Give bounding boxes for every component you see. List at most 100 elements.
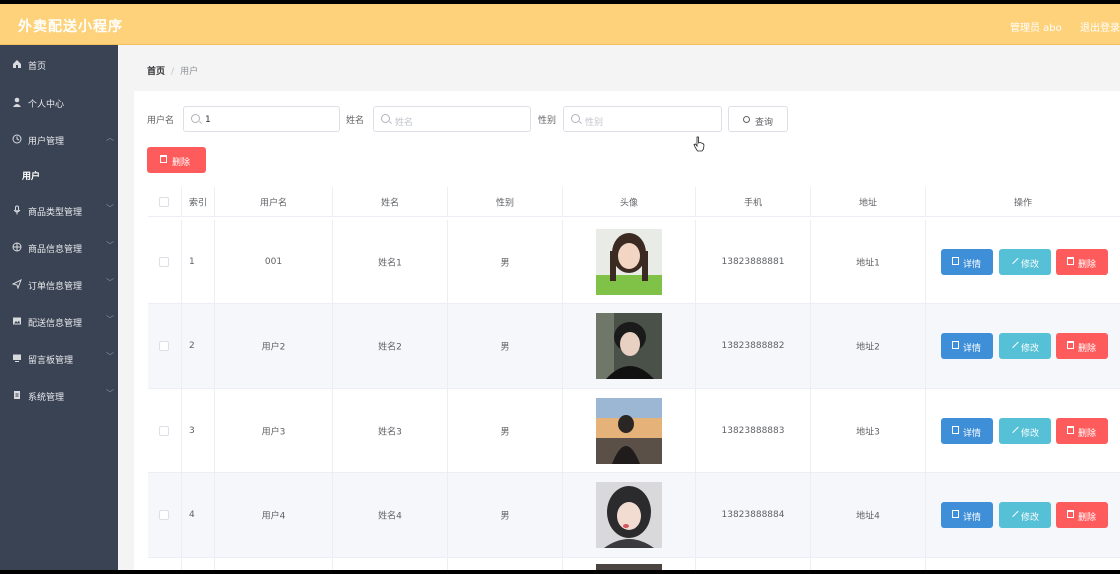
address-value: 地址3 — [856, 427, 880, 437]
username-value: 用户3 — [261, 427, 286, 437]
edit-label: 修改 — [1021, 513, 1040, 523]
table-row: 4 用户4 姓名4 男 13823888884 地址4 详情 修改 删除 — [148, 473, 1120, 558]
phone-value: 13823888881 — [721, 256, 785, 267]
detail-button[interactable]: 详情 — [941, 417, 993, 444]
pencil-icon — [1009, 254, 1019, 264]
table-row — [148, 558, 1120, 570]
avatar[interactable] — [596, 313, 662, 379]
username-value: 用户2 — [261, 342, 286, 353]
name-label: 姓名 — [346, 116, 365, 126]
table-row: 3 用户3 姓名3 男 13823888883 地址3 详情 修改 删除 — [148, 389, 1120, 473]
column-header-avatar: 头像 — [619, 198, 638, 208]
index-cell: 2 — [182, 304, 215, 388]
delete-button[interactable]: 删除 — [1056, 248, 1108, 275]
document-icon — [952, 510, 959, 518]
sidebar-item-label: 首页 — [28, 62, 47, 72]
row-checkbox[interactable] — [159, 425, 169, 436]
sidebar-item-label: 配送信息管理 — [28, 319, 83, 329]
detail-label: 详情 — [963, 428, 982, 439]
actions-cell: 详情 修改 删除 — [926, 389, 1120, 472]
name-cell: 姓名3 — [333, 389, 448, 472]
edit-button[interactable]: 修改 — [999, 248, 1051, 275]
sidebar-item-messages[interactable]: 留言板管理 ﹀ — [0, 343, 118, 373]
detail-button[interactable]: 详情 — [941, 248, 993, 275]
username-value: 001 — [264, 256, 283, 267]
name-value: 姓名3 — [378, 427, 402, 437]
name-value: 姓名2 — [378, 342, 402, 353]
column-header-username: 用户名 — [259, 198, 287, 208]
sidebar-item-profile[interactable]: 个人中心 — [0, 87, 118, 117]
row-checkbox[interactable] — [159, 510, 169, 520]
sidebar-item-system[interactable]: 系统管理 ﹀ — [0, 380, 118, 410]
username-label: 用户名 — [147, 116, 175, 126]
sidebar-item-products[interactable]: 商品信息管理 ﹀ — [0, 232, 118, 262]
detail-button[interactable]: 详情 — [941, 502, 993, 528]
avatar-cell — [563, 473, 696, 557]
detail-button[interactable]: 详情 — [941, 333, 993, 359]
phone-cell: 13823888881 — [696, 220, 811, 303]
index-value: 1 — [189, 256, 195, 267]
breadcrumb-home[interactable]: 首页 — [147, 67, 165, 77]
picture-icon — [12, 316, 22, 326]
logout-link[interactable]: 退出登录 — [1080, 19, 1120, 34]
username-value: 用户4 — [261, 511, 286, 522]
edit-label: 修改 — [1021, 259, 1040, 270]
edit-button[interactable]: 修改 — [999, 333, 1051, 359]
avatar[interactable] — [596, 564, 662, 570]
avatar-cell — [563, 304, 696, 388]
name-value: 姓名1 — [378, 258, 402, 268]
delete-button[interactable]: 删除 — [1056, 502, 1108, 528]
actions-cell: 详情 修改 删除 — [926, 220, 1120, 303]
username-cell: 用户2 — [215, 304, 333, 388]
edit-button[interactable]: 修改 — [999, 417, 1051, 444]
avatar-cell — [563, 220, 696, 303]
select-all-checkbox[interactable] — [159, 196, 169, 207]
phone-cell: 13823888883 — [696, 389, 811, 472]
delete-label: 删除 — [1078, 513, 1097, 523]
avatar[interactable] — [596, 397, 662, 464]
username-search-input[interactable]: 1 — [183, 106, 340, 132]
address-cell — [811, 558, 926, 570]
avatar-cell — [563, 558, 696, 570]
column-header-gender: 性别 — [495, 198, 514, 208]
gender-label: 性别 — [538, 116, 557, 126]
name-search-placeholder: 姓名 — [395, 118, 414, 128]
sidebar-item-label: 商品类型管理 — [28, 208, 83, 218]
avatar-cell — [563, 389, 696, 472]
admin-name: 管理员 abo — [1010, 23, 1062, 34]
sidebar-item-delivery[interactable]: 配送信息管理 ﹀ — [0, 306, 118, 336]
column-header: 性别 — [448, 187, 563, 216]
sidebar-item-home[interactable]: 首页 — [0, 49, 118, 79]
gender-search-input[interactable]: 性别 — [563, 106, 722, 132]
column-header-phone: 手机 — [743, 198, 762, 208]
row-checkbox[interactable] — [159, 341, 169, 351]
index-value: 3 — [189, 425, 195, 436]
search-icon — [191, 114, 200, 123]
edit-button[interactable]: 修改 — [999, 502, 1051, 528]
sidebar-subitem-users[interactable]: 用户 — [0, 159, 118, 189]
gender-cell: 男 — [448, 304, 563, 388]
avatar[interactable] — [596, 228, 662, 295]
row-checkbox[interactable] — [159, 256, 169, 267]
gender-cell: 男 — [448, 220, 563, 303]
pencil-icon — [1009, 507, 1019, 518]
sidebar-item-user-management[interactable]: 用户管理 ︿ — [0, 124, 118, 154]
name-cell: 姓名1 — [333, 220, 448, 303]
sidebar-item-orders[interactable]: 订单信息管理 ﹀ — [0, 269, 118, 299]
chevron-down-icon: ﹀ — [106, 389, 114, 398]
pencil-icon — [1009, 423, 1019, 433]
name-search-input[interactable]: 姓名 — [373, 106, 531, 132]
avatar[interactable] — [596, 482, 662, 548]
gender-value: 男 — [500, 427, 510, 437]
name-cell: 姓名2 — [333, 304, 448, 388]
delete-button[interactable]: 删除 — [1056, 333, 1108, 359]
chevron-down-icon: ﹀ — [106, 278, 114, 287]
batch-delete-button[interactable]: 删除 — [147, 147, 206, 173]
gender-search-placeholder: 性别 — [585, 118, 604, 128]
sidebar-item-product-types[interactable]: 商品类型管理 ﹀ — [0, 195, 118, 225]
phone-value: 13823888883 — [721, 425, 785, 436]
chevron-up-icon: ︿ — [106, 133, 114, 142]
query-button[interactable]: 查询 — [728, 106, 788, 132]
delete-button[interactable]: 删除 — [1056, 417, 1108, 444]
gender-value: 男 — [500, 342, 510, 353]
